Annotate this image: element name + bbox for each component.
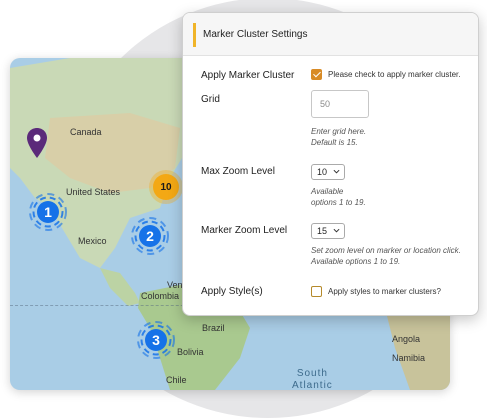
map-pin-icon[interactable]	[27, 128, 47, 158]
marker-zoom-level-value: 15	[317, 226, 328, 236]
grid-description-line-1: Enter grid here.	[311, 127, 367, 136]
map-label-colombia: Colombia	[141, 291, 180, 301]
marker-zoom-description-line-2: Available options 1 to 19.	[311, 257, 401, 266]
grid-description: Enter grid here. Default is 15.	[311, 126, 366, 148]
map-label-chile: Chile	[166, 375, 187, 385]
map-label-mexico: Mexico	[78, 236, 107, 246]
cluster-marker-10[interactable]: 10	[153, 174, 179, 200]
cluster-count-1: 1	[37, 201, 59, 223]
map-label-brazil: Brazil	[202, 323, 225, 333]
map-label-canada: Canada	[70, 127, 102, 137]
panel-header: Marker Cluster Settings	[183, 13, 478, 56]
chevron-down-icon	[333, 169, 340, 174]
marker-cluster-settings-panel: Marker Cluster Settings Apply Marker Clu…	[182, 12, 479, 316]
apply-styles-label: Apply Style(s)	[201, 286, 263, 297]
max-zoom-description-line-1: Available	[311, 187, 344, 196]
panel-title: Marker Cluster Settings	[203, 29, 308, 40]
cluster-marker-2[interactable]: 2	[130, 216, 170, 256]
max-zoom-level-select[interactable]: 10	[311, 164, 345, 180]
grid-description-line-2: Default is 15.	[311, 138, 358, 147]
map-label-angola: Angola	[392, 334, 421, 344]
apply-styles-hint: Apply styles to marker clusters?	[328, 287, 441, 296]
max-zoom-level-value: 10	[317, 167, 328, 177]
chevron-down-icon	[333, 228, 340, 233]
max-zoom-description: Available options 1 to 19.	[311, 186, 366, 208]
map-label-bolivia: Bolivia	[177, 347, 204, 357]
marker-zoom-description-line-1: Set zoom level on marker or location cli…	[311, 246, 461, 255]
map-label-south-atlantic: South Atlantic	[292, 368, 333, 390]
grid-input[interactable]: 50	[311, 90, 369, 118]
apply-marker-cluster-checkbox[interactable]	[311, 69, 322, 80]
cluster-count-2: 2	[139, 225, 161, 247]
marker-zoom-level-select[interactable]: 15	[311, 223, 345, 239]
cluster-marker-3[interactable]: 3	[136, 320, 176, 360]
marker-zoom-description: Set zoom level on marker or location cli…	[311, 245, 461, 267]
marker-zoom-level-label: Marker Zoom Level	[201, 225, 288, 236]
cluster-marker-1[interactable]: 1	[28, 192, 68, 232]
header-accent-bar	[193, 23, 196, 47]
max-zoom-level-label: Max Zoom Level	[201, 166, 275, 177]
apply-marker-cluster-hint: Please check to apply marker cluster.	[328, 70, 461, 79]
apply-marker-cluster-label: Apply Marker Cluster	[201, 70, 295, 81]
grid-label: Grid	[201, 94, 220, 105]
max-zoom-description-line-2: options 1 to 19.	[311, 198, 366, 207]
map-label-united-states: United States	[66, 187, 121, 197]
cluster-count-10: 10	[160, 181, 172, 193]
apply-styles-checkbox[interactable]	[311, 286, 322, 297]
cluster-count-3: 3	[145, 329, 167, 351]
map-label-namibia: Namibia	[392, 353, 426, 363]
